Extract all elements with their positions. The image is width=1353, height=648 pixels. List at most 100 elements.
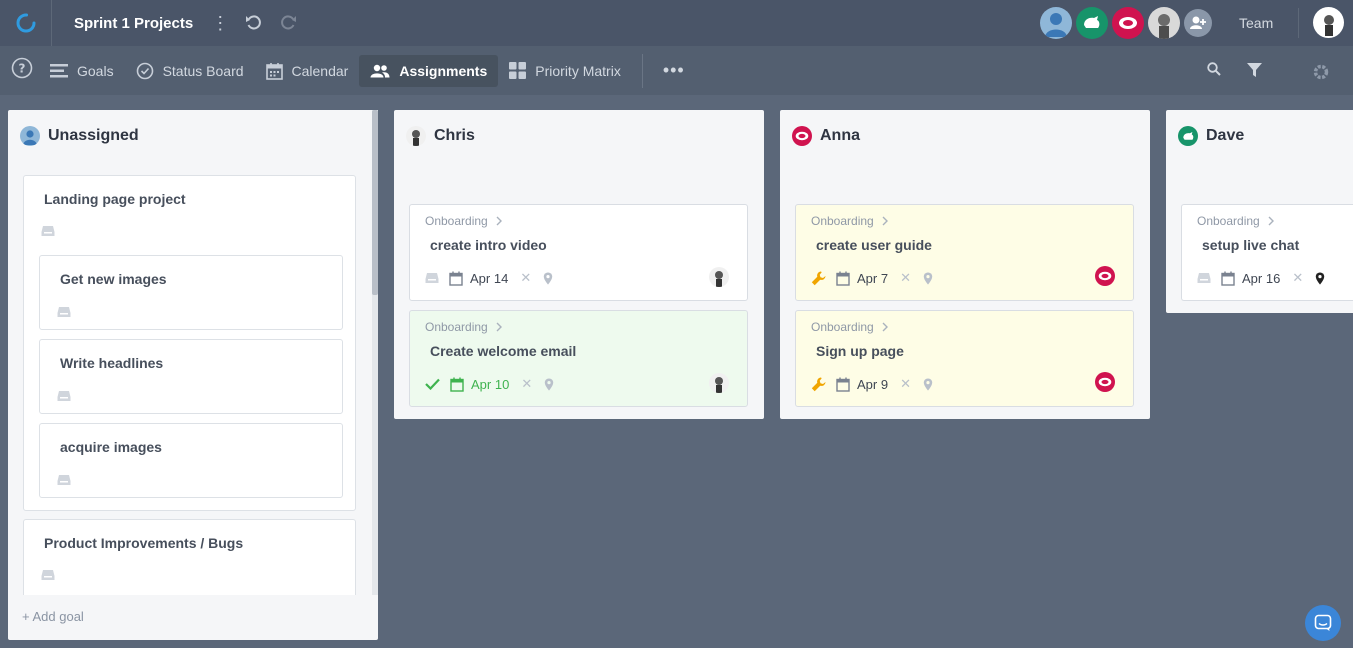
breadcrumb-label: Onboarding	[811, 214, 874, 228]
task-card[interactable]: Onboarding create user guide Apr 7 ✕	[795, 204, 1134, 301]
column-title: Dave	[1206, 127, 1245, 144]
current-user-avatar[interactable]	[1313, 7, 1344, 38]
due-date[interactable]: Apr 7	[857, 271, 888, 286]
gear-icon[interactable]	[1312, 63, 1330, 86]
column-header: Anna	[792, 126, 860, 146]
tab-priority-matrix[interactable]: Priority Matrix	[498, 55, 632, 87]
tab-assignments[interactable]: Assignments	[359, 54, 499, 87]
redo-icon[interactable]	[279, 14, 297, 32]
task-title[interactable]: Sign up page	[816, 343, 904, 359]
chevron-right-icon	[882, 216, 888, 226]
avatar-anna[interactable]	[1112, 7, 1144, 39]
breadcrumb-label: Onboarding	[425, 214, 488, 228]
calendar-icon[interactable]	[1221, 271, 1235, 286]
location-pin-icon[interactable]	[544, 378, 554, 391]
inbox-icon	[57, 305, 71, 323]
subgoal-title[interactable]: acquire images	[60, 439, 162, 455]
tab-goals-label: Goals	[77, 62, 114, 79]
task-title[interactable]: Create welcome email	[430, 343, 576, 359]
task-title[interactable]: create user guide	[816, 237, 932, 253]
goal-title[interactable]: Product Improvements / Bugs	[44, 535, 243, 551]
subgoal-card[interactable]: acquire images	[39, 423, 343, 498]
location-pin-icon[interactable]	[1315, 272, 1325, 285]
wrench-icon[interactable]	[811, 271, 826, 286]
more-views-icon[interactable]: •••	[663, 60, 685, 81]
due-date[interactable]: Apr 9	[857, 377, 888, 392]
due-date[interactable]: Apr 14	[470, 271, 508, 286]
avatar-user[interactable]	[1040, 7, 1072, 39]
task-title[interactable]: setup live chat	[1202, 237, 1299, 253]
goal-card[interactable]: Product Improvements / Bugs	[23, 519, 356, 595]
project-menu-icon[interactable]: ⋮	[211, 14, 229, 32]
due-date[interactable]: Apr 10	[471, 377, 509, 392]
team-avatars	[1040, 7, 1212, 39]
help-icon[interactable]: ?	[11, 57, 33, 84]
clear-date-icon[interactable]: ✕	[520, 270, 531, 286]
goal-title[interactable]: Landing page project	[44, 191, 186, 207]
calendar-icon[interactable]	[449, 271, 463, 286]
add-goal-button[interactable]: + Add goal	[22, 609, 84, 624]
tab-goals[interactable]: Goals	[39, 55, 125, 87]
assignee-avatar[interactable]	[709, 373, 729, 393]
subgoal-title[interactable]: Write headlines	[60, 355, 163, 371]
location-pin-icon[interactable]	[923, 272, 933, 285]
scrollbar-thumb[interactable]	[372, 110, 378, 295]
wrench-icon[interactable]	[811, 377, 826, 392]
subgoal-title[interactable]: Get new images	[60, 271, 167, 287]
task-meta: Apr 7 ✕	[811, 269, 933, 287]
task-breadcrumb[interactable]: Onboarding	[811, 214, 888, 228]
assignee-avatar[interactable]	[709, 267, 729, 287]
location-pin-icon[interactable]	[543, 272, 553, 285]
checkmark-icon[interactable]	[425, 378, 440, 390]
assignee-avatar[interactable]	[1095, 266, 1115, 286]
task-card[interactable]: Onboarding create intro video Apr 14 ✕	[409, 204, 748, 301]
task-meta: Apr 14 ✕	[425, 269, 553, 287]
tab-calendar[interactable]: Calendar	[255, 55, 360, 87]
clear-date-icon[interactable]: ✕	[900, 376, 911, 392]
undo-icon[interactable]	[245, 14, 263, 32]
people-icon	[370, 64, 390, 77]
calendar-icon[interactable]	[450, 377, 464, 392]
task-breadcrumb[interactable]: Onboarding	[1197, 214, 1274, 228]
task-card[interactable]: Onboarding Sign up page Apr 9 ✕	[795, 310, 1134, 407]
clear-date-icon[interactable]: ✕	[900, 270, 911, 286]
task-breadcrumb[interactable]: Onboarding	[425, 320, 502, 334]
column-header: Unassigned	[20, 126, 139, 146]
due-date[interactable]: Apr 16	[1242, 271, 1280, 286]
assignee-avatar[interactable]	[1095, 372, 1115, 392]
team-label[interactable]: Team	[1239, 15, 1273, 31]
chat-support-button[interactable]	[1305, 605, 1341, 641]
tab-status-board[interactable]: Status Board	[125, 55, 255, 87]
task-card[interactable]: Onboarding Create welcome email Apr 10 ✕	[409, 310, 748, 407]
inbox-icon	[57, 389, 71, 407]
clear-date-icon[interactable]: ✕	[1292, 270, 1303, 286]
location-pin-icon[interactable]	[923, 378, 933, 391]
calendar-icon[interactable]	[836, 377, 850, 392]
subgoal-card[interactable]: Write headlines	[39, 339, 343, 414]
task-card[interactable]: Onboarding setup live chat Apr 16 ✕	[1181, 204, 1353, 301]
column-title: Anna	[820, 127, 860, 144]
column-title: Chris	[434, 127, 475, 144]
task-title[interactable]: create intro video	[430, 237, 547, 253]
task-breadcrumb[interactable]: Onboarding	[811, 320, 888, 334]
project-title[interactable]: Sprint 1 Projects	[74, 15, 193, 32]
subgoal-card[interactable]: Get new images	[39, 255, 343, 330]
tab-status-board-label: Status Board	[162, 62, 244, 79]
filter-icon[interactable]	[1247, 63, 1262, 83]
breadcrumb-label: Onboarding	[425, 320, 488, 334]
dave-avatar-icon	[1178, 126, 1198, 146]
clear-date-icon[interactable]: ✕	[521, 376, 532, 392]
task-breadcrumb[interactable]: Onboarding	[425, 214, 502, 228]
search-icon[interactable]	[1207, 62, 1221, 81]
nav-divider	[641, 53, 643, 88]
app-logo-icon[interactable]	[0, 0, 52, 46]
list-icon	[50, 63, 68, 77]
avatar-chris[interactable]	[1148, 7, 1180, 39]
calendar-icon[interactable]	[836, 271, 850, 286]
add-member-icon[interactable]	[1184, 9, 1212, 37]
grid-icon	[509, 62, 527, 79]
header-divider	[1298, 8, 1299, 38]
unassigned-avatar-icon	[20, 126, 40, 146]
anna-avatar-icon	[792, 126, 812, 146]
avatar-dave[interactable]	[1076, 7, 1108, 39]
